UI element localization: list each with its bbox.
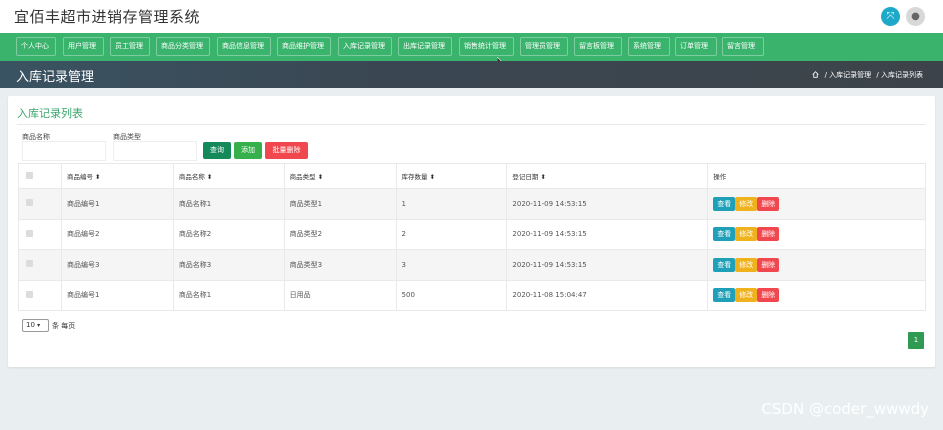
cell-code: 商品编号1	[60, 279, 174, 311]
cell-quantity: 3	[395, 249, 508, 281]
nav-item-user-management[interactable]: 用户管理	[63, 37, 104, 56]
row-checkbox[interactable]	[26, 290, 33, 298]
column-header-quantity[interactable]: 库存数量 ⬍	[395, 163, 508, 189]
row-select-cell	[18, 218, 62, 250]
view-button[interactable]: 查看	[713, 288, 736, 303]
cell-date: 2020-11-09 14:53:15	[506, 218, 709, 250]
table-header-row: 商品编号 ⬍ 商品名称 ⬍ 商品类型 ⬍ 库存数量 ⬍ 登记日期 ⬍ 操作	[18, 163, 926, 189]
nav-item-admin-management[interactable]: 管理员管理	[520, 37, 568, 56]
row-select-cell	[18, 279, 62, 311]
inbound-list-card: 入库记录列表 商品名称 商品类型 查询 添加 批量删除 商品编号 ⬍ 商品名称 …	[8, 96, 935, 367]
delete-button[interactable]: 删除	[757, 257, 780, 272]
add-button[interactable]: 添加	[234, 142, 262, 159]
product-name-input[interactable]	[22, 141, 106, 161]
cell-code: 商品编号3	[60, 249, 174, 281]
row-checkbox[interactable]	[26, 199, 33, 207]
cell-name: 商品名称3	[172, 249, 285, 281]
nav-item-message-board-management[interactable]: 留言板管理	[574, 37, 622, 56]
app-title: 宜佰丰超市进销存管理系统	[14, 8, 201, 26]
cell-actions: 查看 修改 删除	[707, 249, 926, 281]
table-row: 商品编号1 商品名称1 日用品 500 2020-11-08 15:04:47 …	[18, 279, 926, 311]
table-row: 商品编号2 商品名称2 商品类型2 2 2020-11-09 14:53:15 …	[18, 218, 926, 250]
page-title: 入库记录管理	[16, 70, 95, 85]
select-all-checkbox[interactable]	[26, 171, 33, 179]
list-title: 入库记录列表	[17, 107, 83, 120]
main-nav: 个人中心 用户管理 员工管理 商品分类管理 商品信息管理 商品维护管理 入库记录…	[0, 33, 943, 61]
table-row: 商品编号1 商品名称1 商品类型1 1 2020-11-09 14:53:15 …	[18, 188, 926, 220]
title-divider	[17, 124, 926, 125]
nav-item-outbound-records[interactable]: 出库记录管理	[398, 37, 452, 56]
breadcrumb: / 入库记录管理 / 入库记录列表	[812, 70, 923, 80]
nav-item-category-management[interactable]: 商品分类管理	[156, 37, 210, 56]
cell-actions: 查看 修改 删除	[707, 279, 926, 311]
cell-date: 2020-11-08 15:04:47	[506, 279, 709, 311]
cell-actions: 查看 修改 删除	[707, 218, 926, 250]
breadcrumb-item-inbound-management[interactable]: / 入库记录管理	[825, 71, 872, 79]
batch-delete-button[interactable]: 批量删除	[265, 142, 308, 159]
cell-type: 商品类型3	[283, 249, 397, 281]
cell-code: 商品编号2	[60, 218, 174, 250]
edit-button[interactable]: 修改	[735, 196, 758, 211]
nav-item-order-management[interactable]: 订单管理	[675, 37, 717, 56]
row-checkbox[interactable]	[26, 229, 33, 237]
page-size-value: 10	[26, 321, 35, 329]
view-button[interactable]: 查看	[713, 196, 736, 211]
cell-type: 商品类型2	[283, 218, 397, 250]
edit-button[interactable]: 修改	[735, 288, 758, 303]
cell-name: 商品名称1	[172, 188, 285, 220]
nav-item-inbound-records[interactable]: 入库记录管理	[338, 37, 392, 56]
view-button[interactable]: 查看	[713, 257, 736, 272]
table-row: 商品编号3 商品名称3 商品类型3 3 2020-11-09 14:53:15 …	[18, 249, 926, 281]
nav-item-staff-management[interactable]: 员工管理	[110, 37, 150, 56]
fullscreen-icon[interactable]: ⤧	[881, 7, 900, 26]
delete-button[interactable]: 删除	[757, 227, 780, 242]
cell-date: 2020-11-09 14:53:15	[506, 188, 709, 220]
page-size-label: 条 每页	[52, 322, 76, 330]
cell-quantity: 2	[395, 218, 508, 250]
edit-button[interactable]: 修改	[735, 257, 758, 272]
nav-item-personal-center[interactable]: 个人中心	[16, 37, 56, 56]
nav-item-feedback-management[interactable]: 留言管理	[722, 37, 764, 56]
page-size-select[interactable]: 10 ▾	[22, 319, 49, 332]
column-header-code[interactable]: 商品编号 ⬍	[60, 163, 174, 189]
top-header: 宜佰丰超市进销存管理系统 ⤧ ●	[0, 0, 943, 33]
row-select-cell	[18, 188, 62, 220]
home-icon[interactable]	[812, 71, 819, 78]
cell-name: 商品名称2	[172, 218, 285, 250]
delete-button[interactable]: 删除	[757, 196, 780, 211]
nav-item-product-maintenance-management[interactable]: 商品维护管理	[277, 37, 331, 56]
column-header-name[interactable]: 商品名称 ⬍	[172, 163, 285, 189]
user-avatar-icon[interactable]: ●	[906, 7, 925, 26]
pagination-page-1[interactable]: 1	[908, 332, 924, 349]
cell-quantity: 500	[395, 279, 508, 311]
breadcrumb-item-inbound-list: / 入库记录列表	[876, 71, 923, 79]
row-select-cell	[18, 249, 62, 281]
cell-date: 2020-11-09 14:53:15	[506, 249, 709, 281]
cell-type: 日用品	[283, 279, 397, 311]
nav-item-product-info-management[interactable]: 商品信息管理	[217, 37, 271, 56]
product-type-input[interactable]	[113, 141, 197, 161]
cell-type: 商品类型1	[283, 188, 397, 220]
csdn-watermark: CSDN @coder_wwwdy	[761, 400, 929, 418]
nav-item-sales-statistics[interactable]: 销售统计管理	[459, 37, 514, 56]
cell-quantity: 1	[395, 188, 508, 220]
cell-code: 商品编号1	[60, 188, 174, 220]
column-header-date[interactable]: 登记日期 ⬍	[506, 163, 709, 189]
edit-button[interactable]: 修改	[735, 227, 758, 242]
chevron-down-icon: ▾	[37, 322, 41, 329]
search-button[interactable]: 查询	[203, 142, 231, 159]
row-checkbox[interactable]	[26, 260, 33, 268]
delete-button[interactable]: 删除	[757, 288, 780, 303]
inbound-records-table: 商品编号 ⬍ 商品名称 ⬍ 商品类型 ⬍ 库存数量 ⬍ 登记日期 ⬍ 操作 商品…	[18, 163, 926, 311]
column-header-type[interactable]: 商品类型 ⬍	[283, 163, 397, 189]
view-button[interactable]: 查看	[713, 227, 736, 242]
cell-actions: 查看 修改 删除	[707, 188, 926, 220]
select-all-cell	[18, 163, 62, 189]
cell-name: 商品名称1	[172, 279, 285, 311]
page-title-bar: 入库记录管理 / 入库记录管理 / 入库记录列表	[0, 61, 943, 88]
column-header-actions: 操作	[707, 163, 926, 189]
nav-item-system-management[interactable]: 系统管理	[628, 37, 670, 56]
